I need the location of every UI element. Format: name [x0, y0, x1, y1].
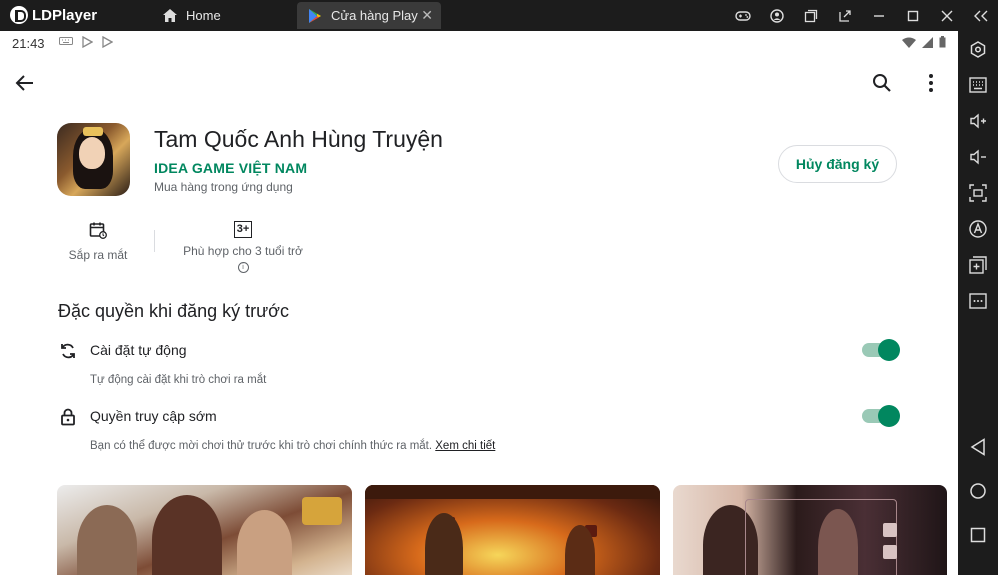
keyboard-icon[interactable]: [966, 73, 990, 97]
auto-install-toggle[interactable]: [862, 339, 900, 361]
coming-soon-label: Sắp ra mắt: [68, 248, 128, 262]
app-developer-link[interactable]: IDEA GAME VIỆT NAM: [154, 160, 307, 176]
perks-section-title: Đặc quyền khi đăng ký trước: [58, 301, 289, 321]
play-notification-icon-2: [101, 35, 113, 51]
tab-play-store[interactable]: Cửa hàng Play ✕: [297, 2, 441, 29]
unregister-button[interactable]: Hủy đăng ký: [778, 145, 897, 183]
volume-up-icon[interactable]: [966, 109, 990, 133]
app-title: Tam Quốc Anh Hùng Truyện: [154, 126, 443, 152]
tab-play-store-label: Cửa hàng Play: [331, 8, 418, 23]
screenshot-3[interactable]: [673, 485, 947, 575]
perk-early-access-text: Bạn có thể được mời chơi thử trước khi t…: [90, 440, 433, 452]
lock-icon: [58, 407, 78, 432]
notification-icons: [58, 35, 113, 51]
screenshot-icon[interactable]: [966, 181, 990, 205]
android-home-icon[interactable]: [966, 479, 990, 503]
screenshots-carousel[interactable]: [57, 485, 958, 575]
android-screen: 21:43 Tam Quốc Anh Hùng Truyện IDEA GAME…: [0, 31, 958, 575]
brand-name: LDPlayer: [32, 6, 98, 24]
ldplayer-logo[interactable]: LDPlayer: [10, 6, 97, 24]
keyboard-notification-icon: [58, 36, 73, 51]
app-icon: [57, 123, 130, 196]
signal-icon: [922, 36, 933, 51]
collapse-sidebar-icon[interactable]: [964, 0, 998, 31]
add-app-icon[interactable]: [966, 253, 990, 277]
tab-home-label: Home: [186, 8, 221, 23]
maximize-icon[interactable]: [896, 0, 930, 31]
account-icon[interactable]: [760, 0, 794, 31]
close-icon[interactable]: [930, 0, 964, 31]
search-icon[interactable]: [871, 72, 893, 99]
sync-icon: [58, 341, 78, 366]
window-controls: [726, 0, 998, 31]
multi-instance-icon[interactable]: [794, 0, 828, 31]
calendar-icon: [89, 222, 107, 242]
play-store-icon: [307, 8, 323, 24]
home-icon: [162, 8, 178, 23]
auto-translate-icon[interactable]: [966, 217, 990, 241]
more-options-icon[interactable]: [920, 72, 942, 99]
perk-early-access-title: Quyền truy cập sớm: [90, 408, 217, 424]
emulator-sidebar: [958, 31, 998, 575]
popout-icon[interactable]: [828, 0, 862, 31]
perk-early-access-description: Bạn có thể được mời chơi thử trước khi t…: [90, 440, 495, 452]
play-notification-icon: [81, 35, 93, 51]
android-recents-icon[interactable]: [966, 523, 990, 547]
age-rating-stat[interactable]: 3+ Phù hợp cho 3 tuổi trở i: [172, 221, 314, 273]
settings-icon[interactable]: [966, 38, 990, 62]
status-bar: 21:43: [0, 31, 958, 56]
age-rating-label: Phù hợp cho 3 tuổi trở: [183, 244, 303, 258]
minimize-icon[interactable]: [862, 0, 896, 31]
tab-close-icon[interactable]: ✕: [421, 7, 433, 24]
volume-down-icon[interactable]: [966, 145, 990, 169]
screenshot-1[interactable]: [57, 485, 352, 575]
system-status-icons: [902, 36, 946, 51]
title-bar: LDPlayer Home Cửa hàng Play ✕: [0, 0, 998, 31]
battery-icon: [939, 36, 946, 51]
wifi-icon: [902, 36, 916, 51]
in-app-purchases-note: Mua hàng trong ứng dụng: [154, 180, 293, 194]
back-arrow-icon[interactable]: [14, 72, 36, 99]
status-time: 21:43: [12, 36, 45, 51]
perk-auto-install-description: Tự động cài đặt khi trò chơi ra mắt: [90, 374, 267, 386]
more-icon[interactable]: [966, 289, 990, 313]
early-access-toggle[interactable]: [862, 405, 900, 427]
app-bar: [0, 56, 958, 110]
coming-soon-stat: Sắp ra mắt: [60, 221, 136, 262]
ldplayer-logo-icon: [10, 6, 28, 24]
perk-auto-install-title: Cài đặt tự động: [90, 342, 187, 358]
screenshot-2[interactable]: [365, 485, 660, 575]
gamepad-icon[interactable]: [726, 0, 760, 31]
stat-divider: [154, 230, 155, 252]
info-icon[interactable]: i: [237, 262, 249, 273]
age-rating-badge: 3+: [233, 221, 253, 238]
android-back-icon[interactable]: [966, 435, 990, 459]
tab-home[interactable]: Home: [150, 2, 302, 29]
see-details-link[interactable]: Xem chi tiết: [435, 440, 495, 452]
